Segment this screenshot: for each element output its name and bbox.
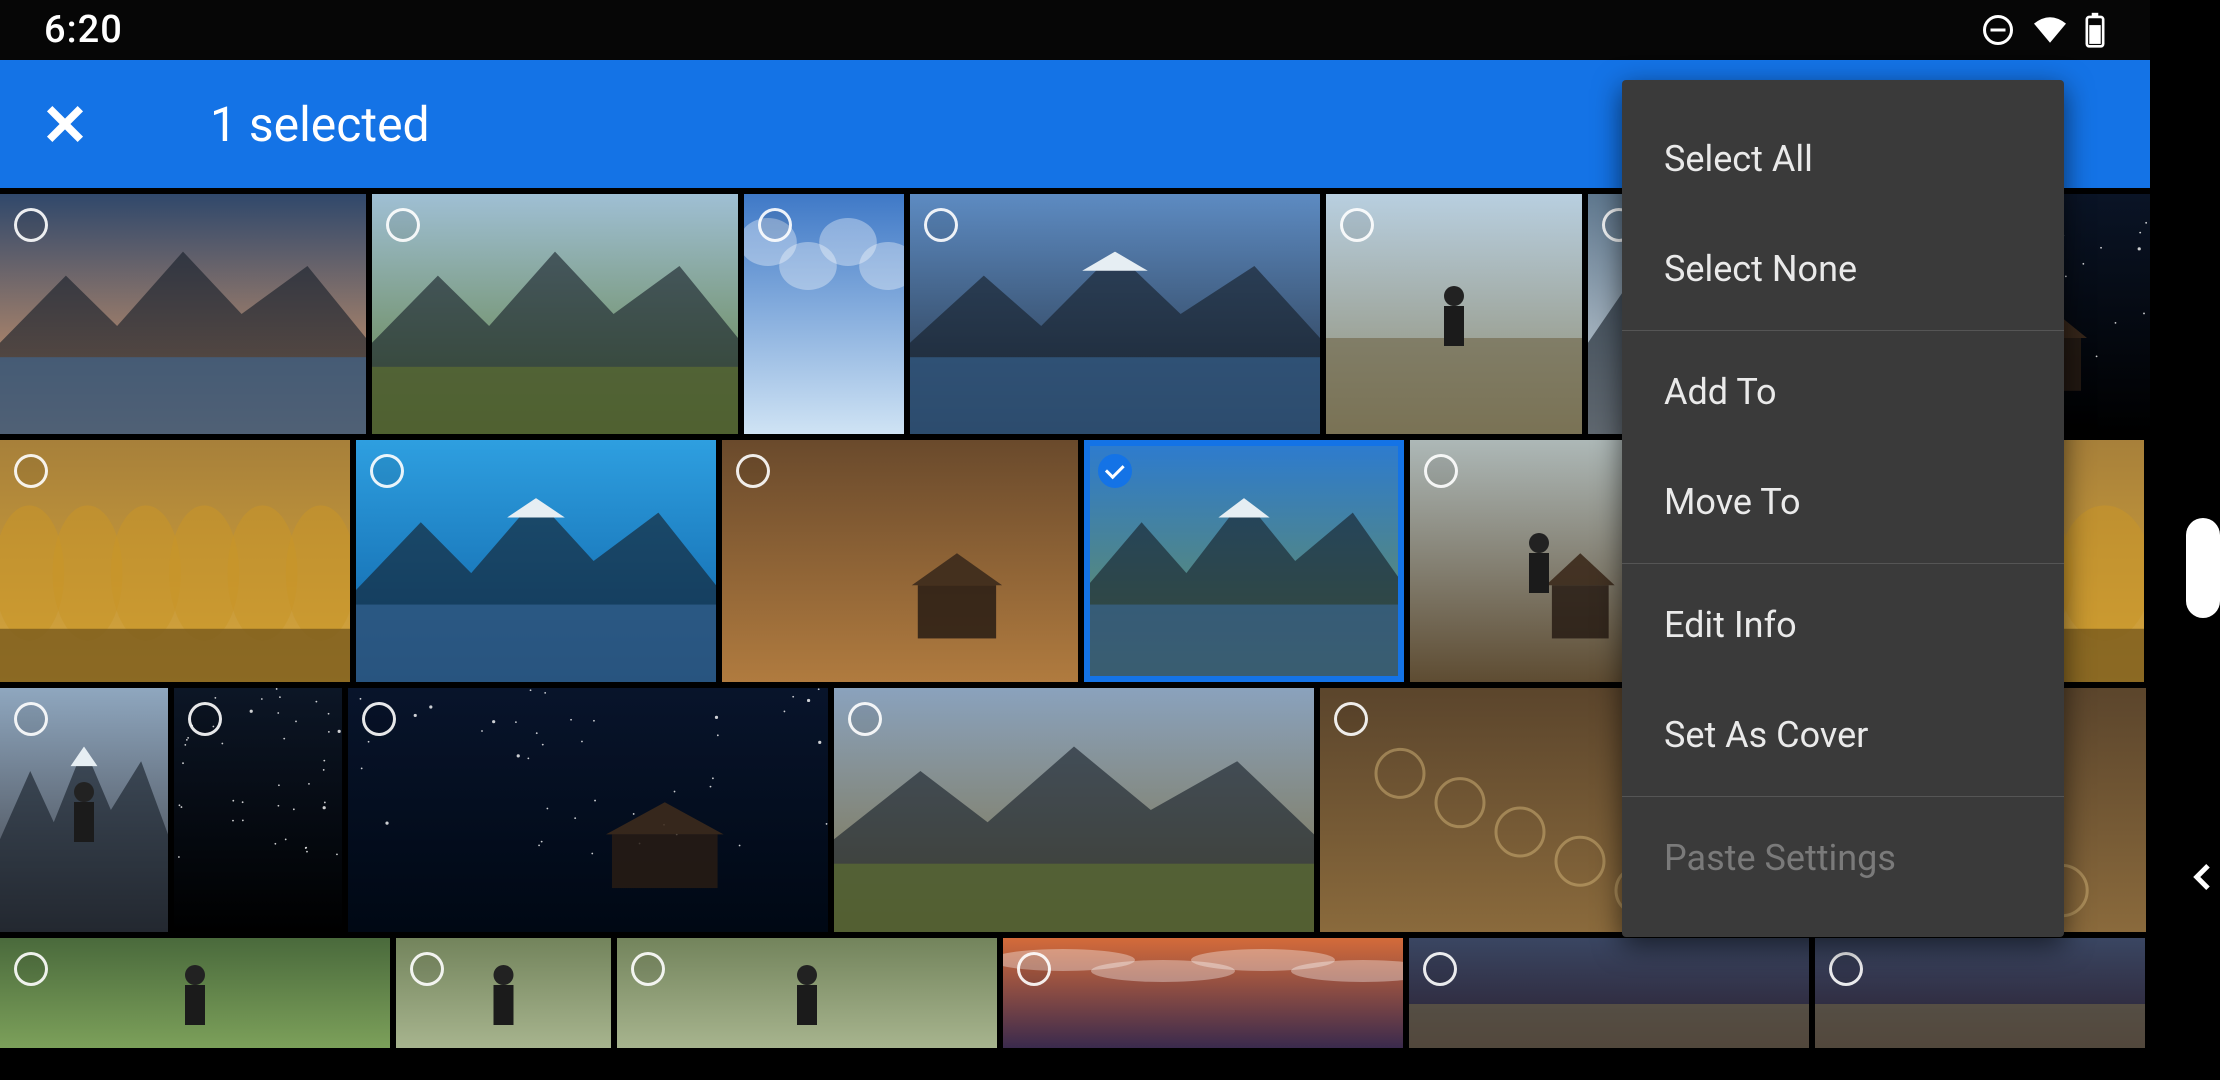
wifi-icon (2030, 14, 2070, 46)
menu-item-edit-info[interactable]: Edit Info (1622, 570, 2064, 680)
menu-separator (1622, 563, 2064, 564)
photo-thumbnail[interactable] (348, 688, 828, 932)
battery-icon (2084, 12, 2106, 48)
menu-item-paste-settings: Paste Settings (1622, 803, 2064, 913)
photo-thumbnail[interactable] (0, 688, 168, 932)
photo-thumbnail[interactable] (0, 194, 366, 434)
photo-thumbnail[interactable] (1815, 938, 2145, 1048)
selection-circle-icon[interactable] (736, 454, 770, 488)
menu-item-select-none[interactable]: Select None (1622, 214, 2064, 324)
photo-thumbnail[interactable] (0, 938, 390, 1048)
menu-item-set-as-cover[interactable]: Set As Cover (1622, 680, 2064, 790)
context-menu: Select AllSelect None Add ToMove To Edit I… (1622, 80, 2064, 937)
photo-thumbnail[interactable] (372, 194, 738, 434)
photo-thumbnail[interactable] (356, 440, 716, 682)
photo-thumbnail[interactable] (744, 194, 904, 434)
selection-circle-icon[interactable] (1424, 454, 1458, 488)
selection-circle-icon[interactable] (14, 952, 48, 986)
photo-thumbnail[interactable] (396, 938, 611, 1048)
selection-circle-icon[interactable] (758, 208, 792, 242)
selection-circle-icon[interactable] (631, 952, 665, 986)
system-nav-rail (2150, 0, 2220, 1080)
photo-thumbnail[interactable] (1003, 938, 1403, 1048)
selection-circle-icon[interactable] (370, 454, 404, 488)
selection-circle-icon[interactable] (1017, 952, 1051, 986)
selection-count-label: 1 selected (210, 96, 430, 153)
menu-separator (1622, 796, 2064, 797)
menu-item-add-to[interactable]: Add To (1622, 337, 2064, 447)
do-not-disturb-icon (1980, 12, 2016, 48)
selection-circle-icon[interactable] (1423, 952, 1457, 986)
menu-separator (1622, 330, 2064, 331)
selection-circle-icon[interactable] (1829, 952, 1863, 986)
selection-circle-icon[interactable] (924, 208, 958, 242)
menu-item-move-to[interactable]: Move To (1622, 447, 2064, 557)
selection-circle-icon[interactable] (14, 208, 48, 242)
selection-check-icon[interactable] (1098, 454, 1132, 488)
photo-thumbnail[interactable] (1084, 440, 1404, 682)
selection-circle-icon[interactable] (1334, 702, 1368, 736)
nav-handle[interactable] (2186, 518, 2220, 618)
status-right (1980, 12, 2106, 48)
photo-thumbnail[interactable] (1326, 194, 1582, 434)
selection-circle-icon[interactable] (848, 702, 882, 736)
selection-circle-icon[interactable] (188, 702, 222, 736)
menu-item-select-all[interactable]: Select All (1622, 104, 2064, 214)
photo-thumbnail[interactable] (174, 688, 342, 932)
gallery-row (0, 938, 2150, 1048)
status-time: 6:20 (44, 8, 123, 52)
selection-circle-icon[interactable] (14, 702, 48, 736)
photo-thumbnail[interactable] (0, 440, 350, 682)
selection-circle-icon[interactable] (362, 702, 396, 736)
selection-circle-icon[interactable] (410, 952, 444, 986)
photo-thumbnail[interactable] (617, 938, 997, 1048)
selection-circle-icon[interactable] (1340, 208, 1374, 242)
close-selection-button[interactable] (38, 97, 92, 151)
photo-thumbnail[interactable] (834, 688, 1314, 932)
photo-thumbnail[interactable] (1409, 938, 1809, 1048)
photo-thumbnail[interactable] (910, 194, 1320, 434)
back-icon[interactable] (2188, 862, 2220, 896)
selection-circle-icon[interactable] (14, 454, 48, 488)
photo-thumbnail[interactable] (722, 440, 1078, 682)
status-bar: 6:20 (0, 0, 2150, 60)
selection-circle-icon[interactable] (386, 208, 420, 242)
